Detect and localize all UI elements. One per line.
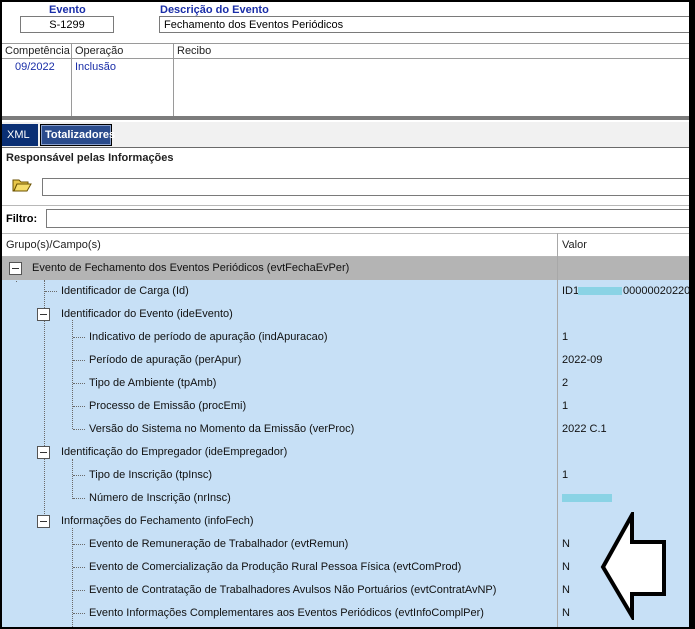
descricao-label: Descrição do Evento (160, 4, 269, 16)
splitter[interactable] (2, 116, 689, 120)
expander-minus-icon[interactable] (37, 446, 50, 459)
redacted-value (562, 494, 612, 502)
tree-row-ideEvento[interactable]: Identificador do Evento (ideEvento) (2, 303, 689, 326)
descricao-field[interactable]: Fechamento dos Eventos Periódicos (159, 16, 689, 33)
tree-row-evtContratAvNP[interactable]: Evento de Contratação de Trabalhadores A… (2, 579, 689, 602)
tab-totalizadores[interactable]: Totalizadores (40, 124, 115, 146)
col-competencia[interactable]: Competência (2, 44, 71, 59)
expander-minus-icon[interactable] (37, 515, 50, 528)
responsavel-title: Responsável pelas Informações (6, 152, 174, 164)
expander-minus-icon[interactable] (9, 262, 22, 275)
tree-row-evtInfoComplPer[interactable]: Evento Informações Complementares aos Ev… (2, 602, 689, 625)
filter-label: Filtro: (6, 213, 38, 225)
col-operacao[interactable]: Operação (72, 44, 173, 59)
tree-row-ideEmpregador[interactable]: Identificação do Empregador (ideEmpregad… (2, 441, 689, 464)
expander-minus-icon[interactable] (37, 308, 50, 321)
cell-competencia[interactable]: 09/2022 (15, 60, 55, 74)
grid-header: Grupo(s)/Campo(s) Valor (2, 233, 689, 257)
tree-row-tpAmb[interactable]: Tipo de Ambiente (tpAmb) 2 (2, 372, 689, 395)
event-window: Evento S-1299 Descrição do Evento Fecham… (0, 0, 695, 629)
tree-row-evtComProd[interactable]: Evento de Comercialização da Produção Ru… (2, 556, 689, 579)
arrow-left-outline-icon (600, 507, 670, 624)
tree-grid: Evento de Fechamento dos Eventos Periódi… (2, 257, 689, 627)
tree-row-perApur[interactable]: Período de apuração (perApur) 2022-09 (2, 349, 689, 372)
tree-row-id[interactable]: Identificador de Carga (Id) ID1 00000020… (2, 280, 689, 303)
tab-bar: XML Totalizadores (2, 122, 689, 148)
tree-row-nrInsc[interactable]: Número de Inscrição (nrInsc) (2, 487, 689, 510)
evento-label: Evento (49, 4, 86, 16)
redacted-value (578, 287, 622, 295)
tree-row-evtRemun[interactable]: Evento de Remuneração de Trabalhador (ev… (2, 533, 689, 556)
evento-field[interactable]: S-1299 (20, 16, 114, 33)
col-valor[interactable]: Valor (562, 239, 587, 251)
tree-row-procEmi[interactable]: Processo de Emissão (procEmi) 1 (2, 395, 689, 418)
folder-open-icon[interactable] (12, 177, 32, 193)
tab-xml[interactable]: XML (2, 124, 38, 146)
cell-operacao[interactable]: Inclusão (75, 60, 116, 74)
tree-row-tpInsc[interactable]: Tipo de Inscrição (tpInsc) 1 (2, 464, 689, 487)
tree-row-indApuracao[interactable]: Indicativo de período de apuração (indAp… (2, 326, 689, 349)
tree-row-evtFechaEvPer[interactable]: Evento de Fechamento dos Eventos Periódi… (2, 257, 689, 280)
tree-row-verProc[interactable]: Versão do Sistema no Momento da Emissão … (2, 418, 689, 441)
col-grupos-campos[interactable]: Grupo(s)/Campo(s) (6, 239, 101, 251)
receipts-table: Competência Operação Recibo 09/2022 Incl… (2, 43, 689, 118)
filter-input[interactable] (46, 209, 689, 228)
responsavel-input[interactable] (42, 178, 689, 196)
col-recibo[interactable]: Recibo (174, 44, 689, 59)
tree-row-infoFech[interactable]: Informações do Fechamento (infoFech) (2, 510, 689, 533)
